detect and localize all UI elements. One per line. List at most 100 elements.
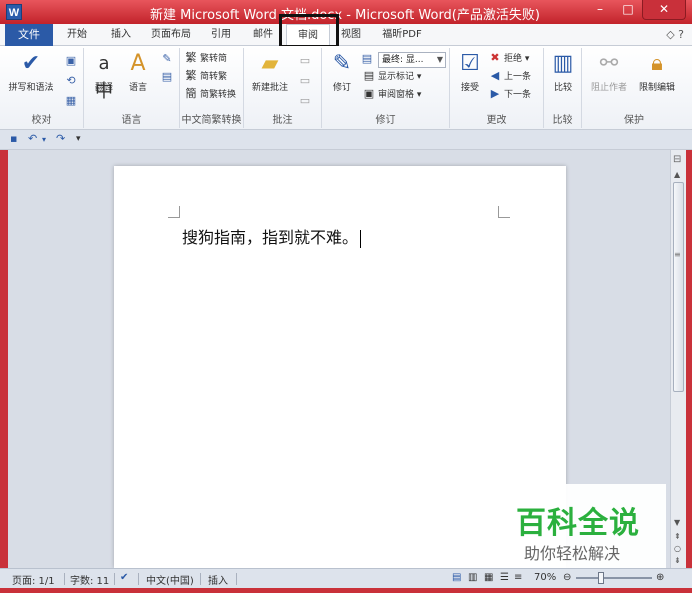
- display-for-review-combo[interactable]: 最终: 显... ▼: [378, 52, 446, 68]
- language-icon: A: [130, 51, 146, 76]
- document-page[interactable]: 搜狗指南，指到就不难。: [114, 166, 566, 568]
- previous-page-icon[interactable]: ⇞: [674, 532, 681, 541]
- trad-to-simp-label: 繁转简: [200, 54, 228, 64]
- next-icon: ▶: [490, 87, 500, 100]
- save-icon[interactable]: ▪: [10, 132, 17, 145]
- track-changes-icon: ✎: [332, 51, 352, 76]
- status-divider: [64, 573, 65, 585]
- compare-button[interactable]: ▥ 比较: [548, 50, 578, 93]
- print-layout-view-icon[interactable]: ▤: [452, 572, 461, 583]
- tab-page-layout[interactable]: 页面布局: [146, 24, 196, 46]
- zoom-slider-thumb[interactable]: [598, 572, 604, 584]
- lock-icon: 🔒︎: [651, 51, 663, 76]
- tab-file[interactable]: 文件: [5, 24, 53, 46]
- tab-mailings[interactable]: 邮件: [246, 24, 280, 46]
- previous-comment-icon[interactable]: ▭: [298, 74, 312, 88]
- tracking-balloons-icon[interactable]: ▤: [360, 52, 374, 66]
- group-label-comments: 批注: [272, 115, 293, 126]
- compare-icon: ▥: [552, 51, 574, 76]
- insert-mode[interactable]: 插入: [208, 572, 228, 587]
- language-options-icon[interactable]: ▤: [160, 70, 174, 84]
- restrict-editing-button[interactable]: 🔒︎ 限制编辑: [632, 50, 682, 93]
- draft-view-icon[interactable]: ≡: [514, 572, 522, 583]
- zoom-level[interactable]: 70%: [534, 572, 556, 583]
- research-icon[interactable]: ▣: [64, 54, 78, 68]
- full-screen-reading-icon[interactable]: ▥: [468, 572, 477, 583]
- group-label-compare: 比较: [552, 115, 573, 126]
- track-changes-button[interactable]: ✎ 修订: [328, 50, 356, 93]
- spelling-grammar-button[interactable]: ✔ 拼写和语法: [4, 50, 58, 93]
- tab-view[interactable]: 视图: [334, 24, 368, 46]
- maximize-button[interactable]: □: [614, 0, 642, 20]
- scroll-up-icon[interactable]: ▲: [674, 170, 680, 179]
- translate-label: 翻译: [94, 83, 113, 93]
- word-count-icon[interactable]: ▦: [64, 94, 78, 108]
- help-icon[interactable]: ◇ ?: [666, 28, 684, 41]
- tab-home[interactable]: 开始: [60, 24, 94, 46]
- previous-change-button[interactable]: ◀ 上一条: [488, 68, 531, 84]
- group-tracking: ✎ 修订 ▤ 最终: 显... ▼ ▤ 显示标记 ▾ ▣ 审阅窗格 ▾ 修订: [322, 48, 450, 128]
- zoom-slider-track[interactable]: [576, 577, 652, 579]
- language-button[interactable]: A 语言: [124, 50, 152, 93]
- show-markup-button[interactable]: ▤ 显示标记 ▾: [362, 68, 422, 84]
- display-for-review-value: 最终: 显...: [382, 55, 424, 65]
- tab-insert[interactable]: 插入: [104, 24, 138, 46]
- language-status[interactable]: 中文(中国): [146, 572, 194, 587]
- zoom-out-icon[interactable]: ⊖: [563, 572, 571, 583]
- restrict-editing-label: 限制编辑: [638, 83, 675, 93]
- document-paragraph: 搜狗指南，指到就不难。: [182, 228, 359, 247]
- group-comments: ▰ 新建批注 ▭ ▭ ▭ 批注: [244, 48, 322, 128]
- group-compare: ▥ 比较 比较: [544, 48, 582, 128]
- word-count[interactable]: 字数: 11: [70, 572, 109, 587]
- new-comment-icon: ▰: [261, 51, 279, 76]
- reviewing-pane-button[interactable]: ▣ 审阅窗格 ▾: [362, 86, 422, 102]
- language-extra-icon[interactable]: ✎: [160, 52, 174, 66]
- web-layout-icon[interactable]: ▦: [484, 572, 493, 583]
- status-divider: [200, 573, 201, 585]
- thesaurus-icon[interactable]: ⟲: [64, 74, 78, 88]
- next-label: 下一条: [504, 90, 532, 100]
- next-change-button[interactable]: ▶ 下一条: [488, 86, 531, 102]
- translate-button[interactable]: a中 翻译: [90, 50, 118, 102]
- trad-to-simp-icon: 繁: [185, 51, 197, 64]
- watermark: 百科全说 助你轻松解决: [500, 484, 666, 568]
- outline-view-icon[interactable]: ☰: [500, 572, 509, 583]
- spell-check-icon: ✔: [21, 51, 41, 76]
- select-browse-object-icon[interactable]: ○: [674, 544, 681, 553]
- status-divider: [114, 573, 115, 585]
- simp-to-trad-icon: 繁: [185, 69, 197, 82]
- document-text[interactable]: 搜狗指南，指到就不难。: [182, 224, 362, 248]
- next-comment-icon[interactable]: ▭: [298, 94, 312, 108]
- accept-button[interactable]: ☑ 接受: [456, 50, 484, 93]
- undo-dropdown-icon[interactable]: ▾: [42, 135, 46, 144]
- traditional-to-simplified-button[interactable]: 繁繁转简: [184, 50, 228, 66]
- word-app-icon[interactable]: W: [6, 4, 22, 20]
- view-ruler-icon[interactable]: ⊟: [673, 154, 681, 165]
- tab-references[interactable]: 引用: [204, 24, 238, 46]
- next-page-icon[interactable]: ⇟: [674, 556, 681, 565]
- zoom-in-icon[interactable]: ⊕: [656, 572, 664, 583]
- reject-button[interactable]: ✖ 拒绝 ▾: [488, 50, 529, 66]
- reviewing-pane-icon: ▣: [363, 87, 375, 100]
- scroll-down-icon[interactable]: ▼: [674, 518, 680, 527]
- block-authors-button[interactable]: ⚯ 阻止作者: [586, 50, 632, 93]
- group-label-language: 语言: [121, 115, 142, 126]
- new-comment-button[interactable]: ▰ 新建批注: [248, 50, 292, 93]
- simp-to-trad-label: 简转繁: [200, 72, 228, 82]
- page-count[interactable]: 页面: 1/1: [12, 572, 55, 587]
- undo-icon[interactable]: ↶: [28, 132, 37, 145]
- delete-comment-icon[interactable]: ▭: [298, 54, 312, 68]
- chinese-convert-button[interactable]: 簡简繁转换: [184, 86, 237, 102]
- ribbon-tab-bar: 文件 开始 插入 页面布局 引用 邮件 审阅 视图 福昕PDF ◇ ?: [0, 24, 692, 46]
- vertical-scrollbar[interactable]: ⊟ ▲ ≡ ▼ ⇞ ○ ⇟: [670, 150, 686, 568]
- minimize-button[interactable]: –: [586, 0, 614, 20]
- proofing-status-icon[interactable]: ✔: [120, 572, 128, 583]
- scroll-thumb[interactable]: [673, 182, 684, 392]
- window-bottom-border: [0, 588, 692, 593]
- tab-foxit-pdf[interactable]: 福昕PDF: [374, 24, 430, 46]
- customize-toolbar-icon[interactable]: ▾: [76, 134, 81, 144]
- redo-icon[interactable]: ↷: [56, 132, 65, 145]
- close-button[interactable]: ✕: [642, 0, 686, 20]
- watermark-title: 百科全说: [516, 506, 640, 541]
- simplified-to-traditional-button[interactable]: 繁简转繁: [184, 68, 228, 84]
